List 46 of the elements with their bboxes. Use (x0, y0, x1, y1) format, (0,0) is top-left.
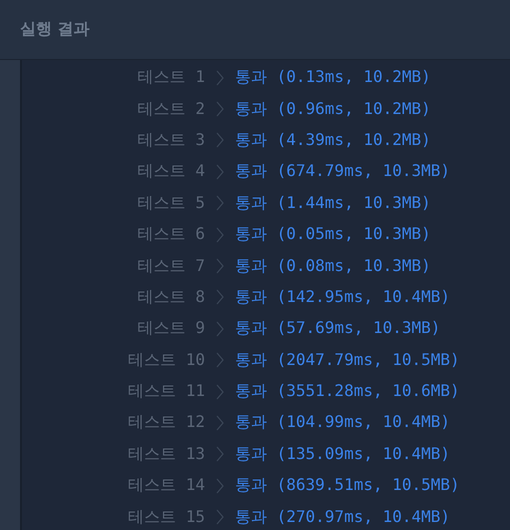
test-result: 통과 (2047.79ms, 10.5MB) (235, 350, 460, 371)
chevron-right-icon (216, 509, 224, 526)
test-label: 테스트 14 (128, 475, 205, 496)
test-label: 테스트 7 (138, 256, 205, 277)
test-label: 테스트 10 (128, 350, 205, 371)
test-result: 통과 (0.05ms, 10.3MB) (235, 224, 431, 246)
test-label: 테스트 1 (138, 67, 205, 88)
panel-title: 실행 결과 (20, 19, 90, 40)
chevron-right-icon (216, 195, 224, 212)
test-result: 통과 (270.97ms, 10.4MB) (235, 506, 450, 528)
chevron-right-icon (216, 478, 224, 494)
test-result: 통과 (674.79ms, 10.3MB) (235, 161, 450, 182)
chevron-right-icon (216, 132, 224, 148)
chevron-right-icon (216, 70, 224, 86)
test-result: 통과 (0.13ms, 10.2MB) (235, 67, 431, 88)
test-result: 통과 (0.96ms, 10.2MB) (235, 98, 431, 120)
chevron-right-icon (216, 384, 224, 400)
chevron-right-icon (216, 101, 224, 118)
test-label: 테스트 11 (128, 381, 205, 402)
chevron-right-icon (216, 289, 224, 306)
test-label: 테스트 8 (138, 286, 205, 308)
chevron-right-icon (216, 446, 224, 462)
chevron-right-icon (216, 226, 224, 243)
test-result: 통과 (1.44ms, 10.3MB) (235, 192, 431, 214)
test-result: 통과 (142.95ms, 10.4MB) (235, 286, 450, 308)
test-label: 테스트 6 (138, 224, 205, 246)
chevron-right-icon (216, 258, 224, 274)
test-result: 통과 (3551.28ms, 10.6MB) (235, 381, 460, 402)
test-result: 통과 (135.09ms, 10.4MB) (235, 444, 450, 465)
test-result: 통과 (104.99ms, 10.4MB) (235, 412, 450, 434)
test-label: 테스트 15 (128, 506, 205, 528)
test-label: 테스트 13 (128, 444, 205, 465)
test-label: 테스트 4 (138, 161, 205, 182)
test-result: 통과 (8639.51ms, 10.5MB) (235, 475, 460, 496)
test-label: 테스트 5 (138, 192, 205, 214)
test-result: 통과 (0.08ms, 10.3MB) (235, 256, 431, 277)
test-label: 테스트 9 (138, 318, 205, 340)
chevron-right-icon (216, 352, 224, 368)
chevron-right-icon (216, 164, 224, 180)
test-label: 테스트 3 (138, 130, 205, 151)
chevron-right-icon (216, 414, 224, 431)
test-result: 통과 (4.39ms, 10.2MB) (235, 130, 431, 151)
test-result: 통과 (57.69ms, 10.3MB) (235, 318, 440, 340)
test-label: 테스트 12 (128, 412, 205, 434)
chevron-right-icon (216, 320, 224, 337)
test-label: 테스트 2 (138, 98, 205, 120)
